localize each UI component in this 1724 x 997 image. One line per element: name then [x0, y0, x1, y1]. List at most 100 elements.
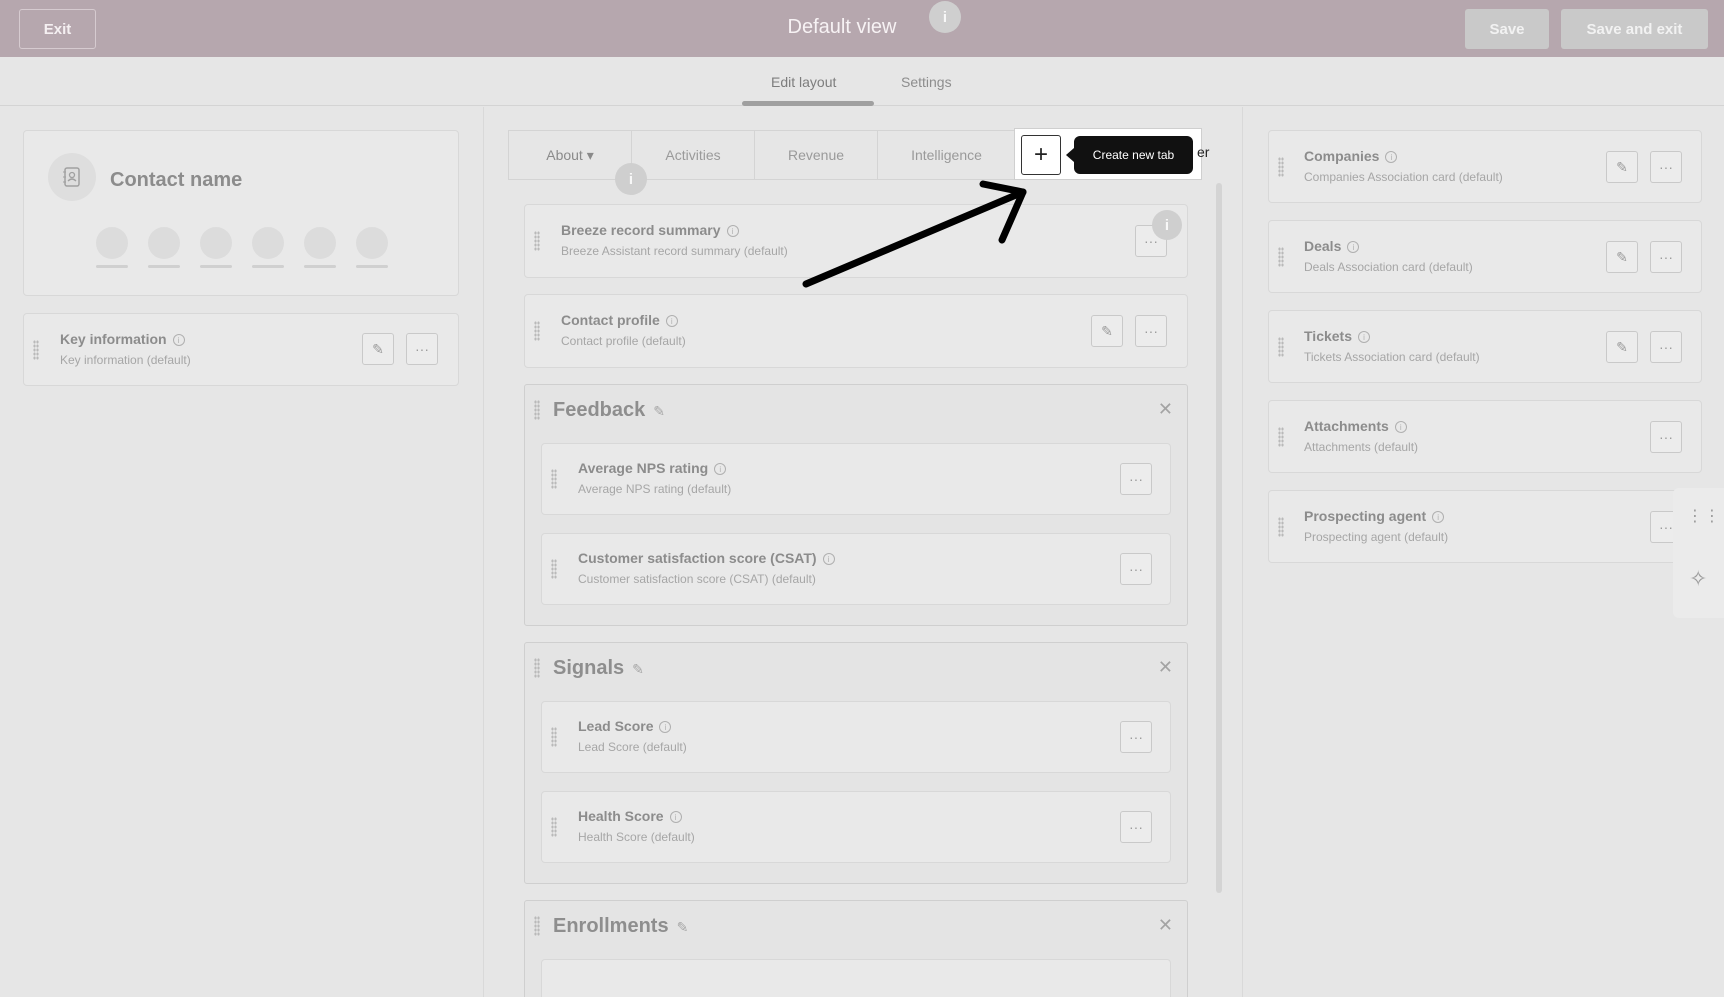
drag-handle-icon[interactable]	[1278, 517, 1284, 537]
edit-button[interactable]: ✎	[1606, 331, 1638, 363]
companies-card[interactable]: Companies i Companies Association card (d…	[1268, 130, 1702, 203]
tickets-card[interactable]: Tickets i Tickets Association card (defau…	[1268, 310, 1702, 383]
save-button[interactable]: Save	[1465, 9, 1549, 49]
card-subtitle: Tickets Association card (default)	[1304, 350, 1480, 364]
quick-action-placeholder	[356, 227, 388, 259]
quick-action-label-placeholder	[96, 265, 128, 268]
enrollment-card[interactable]	[541, 959, 1171, 997]
tab-settings[interactable]: Settings	[901, 74, 952, 90]
pencil-icon: ✎	[1616, 158, 1628, 175]
drag-handle-icon[interactable]	[534, 916, 540, 936]
grid-menu-icon[interactable]: ⋮⋮	[1687, 506, 1721, 526]
more-button[interactable]: ···	[406, 333, 438, 365]
drag-handle-icon[interactable]	[551, 469, 557, 489]
pencil-icon: ✎	[372, 340, 384, 357]
card-subtitle: Deals Association card (default)	[1304, 260, 1473, 274]
card-title: Average NPS rating i	[578, 460, 727, 476]
more-button[interactable]: ···	[1650, 421, 1682, 453]
pencil-icon[interactable]: ✎	[632, 661, 644, 678]
more-button[interactable]: ···	[1650, 331, 1682, 363]
drag-handle-icon[interactable]	[1278, 247, 1284, 267]
scrollbar[interactable]	[1216, 183, 1222, 893]
csat-card[interactable]: Customer satisfaction score (CSAT) i Cust…	[541, 533, 1171, 605]
drag-handle-icon[interactable]	[551, 727, 557, 747]
side-toolbar: ⋮⋮ ✧	[1673, 488, 1724, 618]
attachments-card[interactable]: Attachments i Attachments (default) ···	[1268, 400, 1702, 473]
card-title: Breeze record summary i	[561, 222, 739, 238]
create-new-tab-button[interactable]: +	[1021, 135, 1061, 175]
average-nps-rating-card[interactable]: Average NPS rating i Average NPS rating (…	[541, 443, 1171, 515]
quick-action-label-placeholder	[148, 265, 180, 268]
info-icon: i	[172, 334, 185, 347]
drag-handle-icon[interactable]	[534, 321, 540, 341]
quick-action-placeholder	[148, 227, 180, 259]
more-icon: ···	[1129, 729, 1143, 745]
create-new-tab-tooltip: Create new tab	[1074, 136, 1193, 174]
column-divider	[1242, 107, 1243, 997]
drag-handle-icon[interactable]	[1278, 157, 1284, 177]
drag-handle-icon[interactable]	[551, 817, 557, 837]
pencil-icon[interactable]: ✎	[653, 403, 665, 420]
more-icon: ···	[1659, 249, 1673, 265]
more-button[interactable]: ···	[1120, 811, 1152, 843]
info-icon: i	[1432, 511, 1445, 524]
info-icon: i	[1358, 331, 1370, 344]
card-subtitle: Breeze Assistant record summary (default…	[561, 244, 788, 258]
card-subtitle: Contact profile (default)	[561, 334, 686, 348]
drag-handle-icon[interactable]	[1278, 337, 1284, 357]
card-subtitle: Lead Score (default)	[578, 740, 687, 754]
info-hint-icon[interactable]: i	[615, 163, 647, 195]
tab-activities[interactable]: Activities	[632, 131, 755, 179]
pencil-icon[interactable]: ✎	[677, 919, 689, 936]
edit-button[interactable]: ✎	[1606, 241, 1638, 273]
drag-handle-icon[interactable]	[534, 658, 540, 678]
more-button[interactable]: ···	[1120, 463, 1152, 495]
info-icon: i	[714, 463, 727, 476]
drag-handle-icon[interactable]	[33, 340, 39, 360]
drag-handle-icon[interactable]	[551, 559, 557, 579]
info-icon: i	[659, 721, 672, 734]
new-tab-highlight: + Create new tab er	[1014, 128, 1209, 180]
more-icon: ···	[1129, 819, 1143, 835]
lead-score-card[interactable]: Lead Score i Lead Score (default) ···	[541, 701, 1171, 773]
more-button[interactable]: ···	[1120, 553, 1152, 585]
drag-handle-icon[interactable]	[534, 400, 540, 420]
close-icon[interactable]: ✕	[1158, 657, 1173, 678]
sparkle-icon[interactable]: ✧	[1689, 566, 1707, 592]
enrollments-group[interactable]: Enrollments ✎ ✕	[524, 900, 1188, 997]
more-button[interactable]: ···	[1650, 151, 1682, 183]
tab-about[interactable]: About ▾	[509, 131, 632, 179]
close-icon[interactable]: ✕	[1158, 915, 1173, 936]
prospecting-agent-card[interactable]: Prospecting agent i Prospecting agent (de…	[1268, 490, 1702, 563]
edit-button[interactable]: ✎	[1091, 315, 1123, 347]
pencil-icon: ✎	[1101, 322, 1113, 339]
contact-profile-card[interactable]: Contact profile i Contact profile (defaul…	[524, 294, 1188, 368]
edit-button[interactable]: ✎	[1606, 151, 1638, 183]
signals-group[interactable]: Signals ✎ ✕ Lead Score i Lead Score (defau…	[524, 642, 1188, 884]
tab-edit-layout[interactable]: Edit layout	[771, 74, 836, 90]
drag-handle-icon[interactable]	[1278, 427, 1284, 447]
health-score-card[interactable]: Health Score i Health Score (default) ···	[541, 791, 1171, 863]
key-information-card[interactable]: Key information i Key information (defaul…	[23, 313, 459, 386]
info-icon: i	[1394, 421, 1407, 434]
annotation-arrow-icon	[802, 180, 1027, 288]
close-icon[interactable]: ✕	[1158, 399, 1173, 420]
info-icon: i	[669, 811, 682, 824]
more-button[interactable]: ···	[1120, 721, 1152, 753]
more-icon: ···	[1659, 339, 1673, 355]
quick-action-placeholder	[252, 227, 284, 259]
feedback-group[interactable]: Feedback ✎ ✕ Average NPS rating i Average …	[524, 384, 1188, 626]
drag-handle-icon[interactable]	[534, 231, 540, 251]
deals-card[interactable]: Deals i Deals Association card (default) …	[1268, 220, 1702, 293]
card-title: Deals i	[1304, 238, 1360, 254]
more-icon: ···	[1659, 429, 1673, 445]
info-hint-icon[interactable]: i	[1152, 210, 1182, 240]
save-and-exit-button[interactable]: Save and exit	[1561, 9, 1708, 49]
info-hint-icon[interactable]: i	[929, 1, 961, 33]
more-button[interactable]: ···	[1650, 241, 1682, 273]
card-subtitle: Companies Association card (default)	[1304, 170, 1503, 184]
quick-action-placeholder	[200, 227, 232, 259]
edit-button[interactable]: ✎	[362, 333, 394, 365]
more-button[interactable]: ···	[1135, 315, 1167, 347]
tab-overflow-text: er	[1197, 144, 1210, 160]
